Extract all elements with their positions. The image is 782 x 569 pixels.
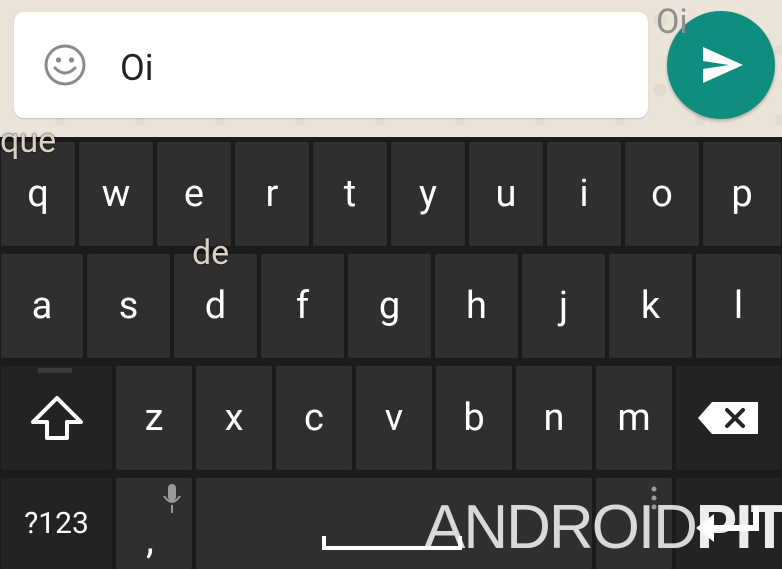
key-z[interactable]: z <box>116 366 192 470</box>
key-label: b <box>463 396 485 440</box>
key-label: o <box>651 172 673 216</box>
key-f[interactable]: f <box>261 254 344 358</box>
key-label: w <box>101 172 131 216</box>
comma-label: , <box>146 516 154 563</box>
key-p[interactable]: p <box>703 142 781 246</box>
key-label: s <box>118 284 139 328</box>
key-label: j <box>558 284 569 328</box>
key-c[interactable]: c <box>276 366 352 470</box>
key-g[interactable]: g <box>348 254 431 358</box>
suggestion-que: que <box>0 121 57 161</box>
key-y[interactable]: y <box>391 142 465 246</box>
key-label: u <box>495 172 517 216</box>
shift-icon <box>30 396 83 440</box>
key-i[interactable]: i <box>547 142 621 246</box>
key-label: k <box>640 284 661 328</box>
key-t[interactable]: t <box>313 142 387 246</box>
key-w[interactable]: w <box>79 142 153 246</box>
key-label: i <box>579 172 589 216</box>
symbols-key[interactable]: ?123 <box>1 478 112 569</box>
key-x[interactable]: x <box>196 366 272 470</box>
key-u[interactable]: u <box>469 142 543 246</box>
key-j[interactable]: j <box>522 254 605 358</box>
key-label: l <box>733 284 744 328</box>
emoji-icon[interactable] <box>42 42 88 88</box>
androidpit-watermark: ANDROIDPIT <box>424 497 782 559</box>
key-r[interactable]: r <box>235 142 309 246</box>
shift-key[interactable] <box>1 366 112 470</box>
key-label: x <box>224 396 244 440</box>
key-n[interactable]: n <box>516 366 592 470</box>
watermark-android: ANDROID <box>424 493 698 562</box>
key-b[interactable]: b <box>436 366 512 470</box>
key-label: z <box>144 396 164 440</box>
key-v[interactable]: v <box>356 366 432 470</box>
send-icon <box>703 47 743 83</box>
key-h[interactable]: h <box>435 254 518 358</box>
key-l[interactable]: l <box>696 254 781 358</box>
backspace-icon <box>697 402 758 434</box>
suggestion-de: de <box>192 233 230 273</box>
key-label: e <box>183 172 205 216</box>
key-o[interactable]: o <box>625 142 699 246</box>
key-label: f <box>295 284 310 328</box>
key-label: c <box>304 396 324 440</box>
key-label: v <box>384 396 404 440</box>
key-label: q <box>27 172 49 216</box>
key-label: n <box>543 396 565 440</box>
message-input[interactable]: Oi <box>14 12 648 118</box>
key-k[interactable]: k <box>609 254 692 358</box>
comma-key[interactable]: , <box>116 478 192 569</box>
key-a[interactable]: a <box>1 254 83 358</box>
shift-indicator <box>38 368 72 373</box>
key-label: t <box>343 172 357 216</box>
key-e[interactable]: e <box>157 142 231 246</box>
suggestion-oi: Oi <box>656 2 688 42</box>
backspace-key[interactable] <box>676 366 781 470</box>
message-text: Oi <box>120 47 154 89</box>
key-label: d <box>204 284 227 328</box>
key-label: p <box>731 172 753 216</box>
key-s[interactable]: s <box>87 254 170 358</box>
key-label: a <box>31 284 53 328</box>
watermark-pit: PIT <box>695 493 782 562</box>
key-m[interactable]: m <box>596 366 672 470</box>
symbols-label: ?123 <box>24 506 89 541</box>
key-label: g <box>378 284 401 328</box>
key-label: r <box>265 172 279 216</box>
key-label: m <box>617 396 651 440</box>
key-label: h <box>466 284 487 328</box>
microphone-icon <box>163 484 181 513</box>
key-label: y <box>419 172 437 216</box>
